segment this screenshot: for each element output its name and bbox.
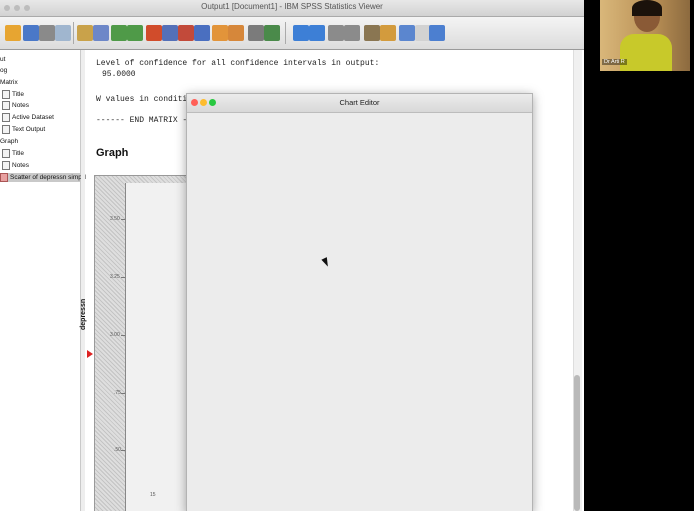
selection-arrow-icon (87, 350, 93, 358)
collapse-icon[interactable] (344, 25, 360, 41)
window-title: Output1 [Document1] - IBM SPSS Statistic… (201, 2, 383, 11)
y-tick-mark (121, 393, 125, 394)
presenter-body (620, 34, 672, 71)
outline-scrollbar[interactable] (81, 50, 85, 511)
goto-variable-icon[interactable] (178, 25, 194, 41)
export-icon[interactable] (77, 25, 93, 41)
back-arrow-icon[interactable] (293, 25, 309, 41)
y-tick-mark (121, 277, 125, 278)
outline-item[interactable]: Title (2, 90, 24, 99)
webcam-name-label: Dr Arti R (602, 59, 627, 65)
y-tick-label: 3.50 (110, 216, 120, 222)
designate-window-icon[interactable] (248, 25, 264, 41)
presenter-hair (632, 0, 662, 16)
outline-item[interactable]: Matrix (0, 78, 18, 87)
scrollbar-thumb[interactable] (574, 375, 580, 511)
toolbar-separator (73, 22, 74, 44)
y-tick-mark (121, 450, 125, 451)
outline-item[interactable]: Text Output (2, 125, 45, 134)
y-tick-label: 3.25 (110, 274, 120, 280)
toolbar-separator (285, 22, 286, 44)
recall-dialog-icon[interactable] (93, 25, 109, 41)
graph-heading: Graph (96, 147, 129, 159)
outline-item[interactable]: Active Dataset (2, 113, 54, 122)
save-icon[interactable] (23, 25, 39, 41)
output-text-line: 95.0000 (102, 70, 136, 79)
select-last-output-icon[interactable] (228, 25, 244, 41)
text-output-icon (2, 125, 10, 134)
title-icon (2, 149, 10, 158)
chart-editor-window[interactable]: Chart Editor (186, 93, 533, 511)
y-tick-label: 3.00 (110, 332, 120, 338)
insert-text-icon[interactable] (429, 25, 445, 41)
y-axis-label: depressn (80, 298, 87, 330)
dataset-icon (2, 113, 10, 122)
print-icon[interactable] (39, 25, 55, 41)
expand-icon[interactable] (328, 25, 344, 41)
variables-icon[interactable] (194, 25, 210, 41)
outline-pane: ut og Matrix Title Notes Active Dataset … (0, 50, 92, 511)
y-tick-label: .50 (114, 447, 121, 453)
spss-viewer-window: Output1 [Document1] - IBM SPSS Statistic… (0, 0, 584, 511)
show-icon[interactable] (364, 25, 380, 41)
y-tick-mark (121, 335, 125, 336)
redo-icon[interactable] (127, 25, 143, 41)
goto-case-icon[interactable] (162, 25, 178, 41)
insert-heading-icon[interactable] (399, 25, 415, 41)
outline-item-selected[interactable]: Scatter of depressn simpl by (0, 173, 92, 182)
notes-icon (2, 161, 10, 170)
outline-item[interactable]: Title (2, 149, 24, 158)
window-titlebar: Output1 [Document1] - IBM SPSS Statistic… (0, 0, 584, 17)
outline-item[interactable]: ut (0, 55, 5, 64)
chart-icon (0, 173, 8, 182)
webcam-overlay: Dr Arti R (600, 0, 690, 71)
hide-icon[interactable] (380, 25, 396, 41)
y-tick-mark (121, 219, 125, 220)
outline-item[interactable]: Notes (2, 101, 29, 110)
toolbar (0, 17, 584, 50)
x-tick-label: 15 (150, 492, 156, 498)
undo-icon[interactable] (111, 25, 127, 41)
forward-arrow-icon[interactable] (309, 25, 325, 41)
chart-editor-titlebar[interactable]: Chart Editor (187, 94, 532, 113)
chart-editor-title: Chart Editor (339, 98, 380, 107)
y-tick-label: .75 (114, 390, 121, 396)
outline-item[interactable]: Notes (2, 161, 29, 170)
notes-icon (2, 101, 10, 110)
open-folder-icon[interactable] (5, 25, 21, 41)
insert-output-icon[interactable] (212, 25, 228, 41)
print-preview-icon[interactable] (55, 25, 71, 41)
title-icon (2, 90, 10, 99)
outline-item[interactable]: og (0, 66, 7, 75)
goto-data-icon[interactable] (146, 25, 162, 41)
outline-item[interactable]: Graph (0, 137, 18, 146)
chart-icon[interactable] (264, 25, 280, 41)
output-text-line: Level of confidence for all confidence i… (96, 59, 380, 68)
